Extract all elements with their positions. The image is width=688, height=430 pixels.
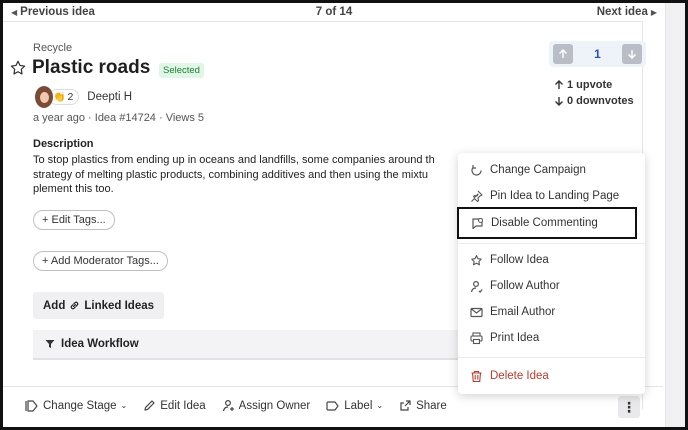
menu-item-pin-idea[interactable]: Pin Idea to Landing Page	[458, 185, 645, 207]
link-icon	[71, 301, 79, 310]
user-follow-icon	[470, 280, 483, 293]
menu-divider	[458, 357, 645, 358]
idea-workflow-label: Idea Workflow	[61, 338, 139, 350]
add-user-icon	[222, 399, 234, 412]
email-author-label: Email Author	[490, 306, 556, 318]
vote-count: 1	[594, 47, 601, 61]
share-icon	[400, 400, 411, 411]
arrow-up-icon	[559, 49, 567, 58]
description-line: To stop plastics from ending up in ocean…	[33, 154, 435, 166]
assign-owner-label: Assign Owner	[238, 399, 311, 412]
next-idea-link[interactable]: Next idea ▶	[597, 6, 657, 18]
chevron-down-icon: ⌄	[120, 401, 128, 410]
menu-item-print-idea[interactable]: Print Idea	[458, 327, 645, 349]
trash-icon	[471, 370, 482, 382]
caret-left-icon: ◀	[11, 7, 18, 17]
caret-right-icon: ▶	[650, 7, 657, 17]
previous-idea-label: Previous idea	[20, 6, 95, 18]
linked-ideas-prefix: Add	[42, 299, 66, 312]
author-row: 👏 2 Deepti H	[35, 86, 132, 108]
add-moderator-tags-button[interactable]: + Add Moderator Tags...	[33, 251, 168, 271]
upvote-count-text: 1 upvote	[567, 79, 613, 91]
reaction-badge[interactable]: 👏 2	[49, 89, 80, 105]
status-badge: Selected	[159, 63, 204, 78]
vote-summary: 1 upvote 0 downvotes	[554, 77, 634, 109]
arrow-down-icon	[555, 97, 563, 106]
change-stage-label: Change Stage	[43, 399, 117, 412]
menu-item-follow-author[interactable]: Follow Author	[458, 275, 645, 297]
idea-workflow-section[interactable]: Idea Workflow	[33, 330, 473, 360]
stage-icon	[25, 399, 38, 412]
idea-meta: a year ago · Idea #14724 · Views 5	[33, 112, 205, 124]
pin-icon	[471, 190, 483, 202]
follow-author-label: Follow Author	[490, 280, 560, 292]
menu-item-disable-commenting[interactable]: Disable Commenting	[457, 207, 637, 239]
star-icon[interactable]	[9, 59, 27, 77]
add-linked-ideas-button[interactable]: Add Linked Ideas	[33, 292, 164, 319]
filter-icon	[45, 340, 55, 348]
label-label: Label	[344, 399, 373, 412]
more-options-menu: Change Campaign Pin Idea to Landing Page…	[457, 153, 645, 394]
star-icon	[471, 254, 482, 265]
edit-idea-button[interactable]: Edit Idea	[143, 399, 206, 412]
author-name[interactable]: Deepti H	[87, 91, 132, 103]
menu-divider	[458, 243, 645, 244]
clap-icon: 👏	[53, 91, 66, 103]
upvote-button[interactable]	[553, 44, 573, 64]
follow-idea-label: Follow Idea	[490, 254, 549, 266]
description-heading: Description	[33, 138, 94, 150]
refresh-icon	[471, 164, 482, 176]
pencil-icon	[144, 400, 155, 411]
arrow-down-icon	[628, 50, 636, 59]
edit-idea-label: Edit Idea	[160, 399, 206, 412]
upvote-summary: 1 upvote	[554, 77, 634, 93]
more-options-button[interactable]: ⋮	[618, 396, 640, 418]
pager-count: 7 of 14	[315, 6, 353, 18]
menu-item-change-campaign[interactable]: Change Campaign	[458, 159, 645, 181]
menu-item-email-author[interactable]: Email Author	[458, 301, 645, 323]
print-idea-label: Print Idea	[490, 332, 540, 344]
idea-title: Plastic roads	[32, 57, 151, 78]
downvote-count-text: 0 downvotes	[567, 95, 634, 107]
vertical-scrollbar[interactable]	[665, 3, 685, 427]
menu-item-delete-idea[interactable]: Delete Idea	[458, 365, 645, 387]
menu-item-follow-idea[interactable]: Follow Idea	[458, 249, 645, 271]
chevron-down-icon: ⌄	[376, 401, 384, 410]
arrow-up-icon	[555, 80, 563, 89]
printer-icon	[470, 331, 483, 344]
pin-idea-label: Pin Idea to Landing Page	[490, 190, 620, 202]
downvote-button[interactable]	[622, 44, 642, 64]
assign-owner-button[interactable]: Assign Owner	[222, 399, 311, 412]
comment-off-icon	[472, 217, 483, 229]
edit-tags-button[interactable]: + Edit Tags...	[33, 210, 115, 230]
share-button[interactable]: Share	[399, 399, 447, 412]
change-stage-button[interactable]: Change Stage ⌄	[25, 400, 127, 412]
downvote-summary: 0 downvotes	[554, 93, 634, 109]
description-text: To stop plastics from ending up in ocean…	[33, 153, 463, 197]
delete-idea-label: Delete Idea	[490, 370, 549, 382]
change-campaign-label: Change Campaign	[490, 164, 586, 176]
next-idea-label: Next idea	[596, 6, 648, 18]
avatar[interactable]	[35, 86, 53, 108]
disable-commenting-label: Disable Commenting	[491, 217, 598, 229]
vote-control: 1	[549, 41, 646, 67]
share-label: Share	[416, 399, 447, 412]
label-dropdown[interactable]: Label ⌄	[326, 400, 383, 412]
reaction-count: 2	[67, 91, 74, 103]
previous-idea-link[interactable]: ◀ Previous idea	[11, 6, 95, 18]
idea-category: Recycle	[33, 42, 73, 54]
description-line: strategy of melting plastic products, co…	[33, 168, 428, 181]
linked-ideas-suffix: Linked Ideas	[84, 299, 155, 312]
mail-icon	[470, 307, 483, 317]
idea-pager-bar: ◀ Previous idea 7 of 14 Next idea ▶	[3, 3, 665, 21]
description-line: plement this too.	[33, 183, 114, 195]
label-icon	[326, 400, 339, 411]
